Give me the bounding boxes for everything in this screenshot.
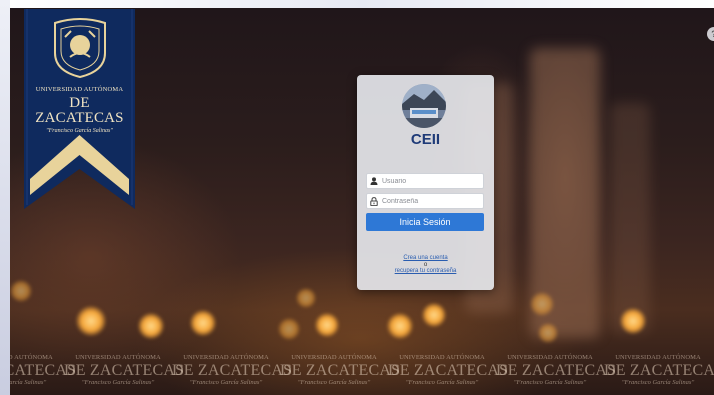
watermark-line1: UNIVERSIDAD AUTÓNOMA — [10, 354, 53, 361]
app-title: CEII — [410, 131, 441, 148]
ceii-logo-icon — [402, 84, 446, 128]
watermark-line3: "Francisco García Salinas" — [81, 378, 155, 386]
user-icon — [367, 174, 380, 188]
bokeh-light — [530, 292, 554, 316]
left-edge-strip — [0, 0, 10, 395]
password-field[interactable] — [366, 193, 484, 209]
bokeh-light — [422, 303, 446, 327]
watermark-line1: UNIVERSIDAD AUTÓNOMA — [399, 354, 485, 361]
username-input[interactable] — [380, 174, 480, 188]
watermark-line1: UNIVERSIDAD AUTÓNOMA — [291, 354, 377, 361]
or-text: o — [423, 261, 428, 268]
bokeh-light — [538, 323, 558, 343]
watermark-line3: "Francisco García Salinas" — [189, 378, 263, 386]
background-pillar — [610, 103, 650, 333]
username-field[interactable] — [366, 173, 484, 189]
watermark-line2: DE ZACATECAS — [64, 361, 185, 379]
watermark-unit: UNIVERSIDAD AUTÓNOMA DE ZACATECAS "Franc… — [604, 351, 714, 395]
watermark-unit: UNIVERSIDAD AUTÓNOMA DE ZACATECAS "Franc… — [496, 351, 617, 395]
question-icon[interactable]: ? — [707, 27, 714, 41]
university-seal-icon — [51, 17, 109, 79]
watermark-line3: "Francisco García Salinas" — [10, 378, 47, 386]
university-banner: UNIVERSIDAD AUTÓNOMA DE ZACATECAS "Franc… — [24, 9, 135, 209]
watermark-line3: "Francisco García Salinas" — [405, 378, 479, 386]
watermark-line1: UNIVERSIDAD AUTÓNOMA — [75, 354, 161, 361]
login-button[interactable]: Inicia Sesión — [366, 213, 484, 231]
university-line2: DE ZACATECAS — [35, 94, 124, 126]
watermark-line2: DE ZACATECAS — [10, 361, 77, 379]
watermark-line2: DE ZACATECAS — [280, 361, 401, 379]
watermark-band: UNIVERSIDAD AUTÓNOMA DE ZACATECAS "Franc… — [10, 351, 714, 395]
watermark-line3: "Francisco García Salinas" — [621, 378, 695, 386]
bokeh-light — [190, 310, 216, 336]
watermark-line2: DE ZACATECAS — [388, 361, 509, 379]
bokeh-light — [10, 280, 32, 302]
top-edge-strip — [10, 0, 714, 8]
watermark-line1: UNIVERSIDAD AUTÓNOMA — [183, 354, 269, 361]
watermark-unit: UNIVERSIDAD AUTÓNOMA DE ZACATECAS "Franc… — [280, 351, 401, 395]
watermark-unit: UNIVERSIDAD AUTÓNOMA DE ZACATECAS "Franc… — [10, 351, 77, 395]
login-card: CEII Inicia Sesión Crea una cuenta o rec… — [357, 75, 494, 290]
bokeh-light — [76, 306, 106, 336]
university-line1: UNIVERSIDAD AUTÓNOMA — [35, 86, 124, 93]
watermark-unit: UNIVERSIDAD AUTÓNOMA DE ZACATECAS "Franc… — [388, 351, 509, 395]
university-name: UNIVERSIDAD AUTÓNOMA DE ZACATECAS "Franc… — [24, 86, 135, 134]
bokeh-light — [315, 313, 339, 337]
university-line3: "Francisco García Salinas" — [46, 127, 113, 134]
watermark-line2: DE ZACATECAS — [172, 361, 293, 379]
watermark-line2: DE ZACATECAS — [496, 361, 617, 379]
recover-password-link[interactable]: recupera tu contraseña — [357, 268, 494, 275]
lock-icon — [367, 194, 380, 208]
bokeh-light — [296, 288, 316, 308]
watermark-unit: UNIVERSIDAD AUTÓNOMA DE ZACATECAS "Franc… — [172, 351, 293, 395]
watermark-line1: UNIVERSIDAD AUTÓNOMA — [507, 354, 593, 361]
bokeh-light — [278, 318, 300, 340]
bokeh-light — [620, 308, 646, 334]
create-account-link[interactable]: Crea una cuenta — [357, 255, 494, 262]
account-links: Crea una cuenta o recupera tu contraseña — [357, 255, 494, 275]
watermark-line2: DE ZACATECAS — [604, 361, 714, 379]
bokeh-light — [138, 313, 164, 339]
watermark-line3: "Francisco García Salinas" — [513, 378, 587, 386]
bokeh-light — [387, 313, 413, 339]
watermark-line3: "Francisco García Salinas" — [297, 378, 371, 386]
watermark-line1: UNIVERSIDAD AUTÓNOMA — [615, 354, 701, 361]
watermark-unit: UNIVERSIDAD AUTÓNOMA DE ZACATECAS "Franc… — [64, 351, 185, 395]
password-input[interactable] — [380, 194, 480, 208]
